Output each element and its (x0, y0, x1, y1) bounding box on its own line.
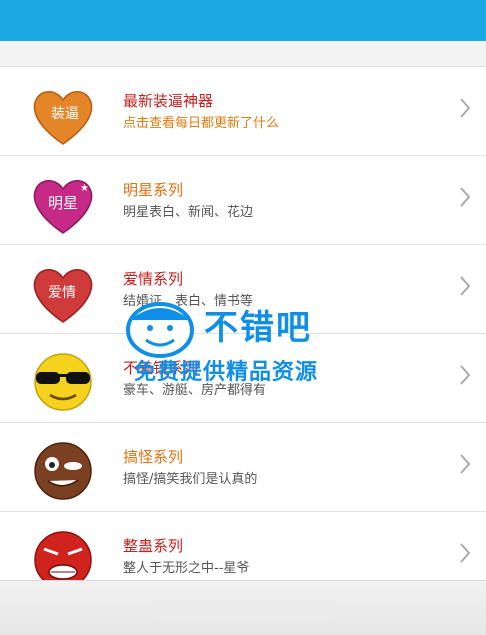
list-item-funny[interactable]: 热 搞怪系列 搞怪/搞笑我们是认真的 (0, 423, 486, 512)
item-desc: 豪车、游艇、房产都得有 (123, 383, 267, 398)
hot-tag: 热 (14, 256, 48, 275)
item-title: 爱情系列 (123, 270, 184, 288)
row-thumbnail: 装逼 新 (14, 78, 100, 146)
chevron-right-icon (460, 365, 471, 385)
item-desc: 整人于无形之中--星爷 (123, 561, 250, 576)
svg-text:爱情: 爱情 (48, 285, 76, 301)
chevron-right-icon (460, 98, 471, 118)
item-desc: 结婚证、表白、情书等 (123, 294, 254, 309)
svg-text:★: ★ (80, 183, 89, 194)
list-item-newest[interactable]: 装逼 新 最新装逼神器 点击查看每日都更新了什么 (0, 67, 486, 156)
list-item-rich[interactable]: 热 不差钱系列 豪车、游艇、房产都得有 (0, 334, 486, 423)
hot-tag: 热 (14, 434, 48, 453)
item-title: 整蛊系列 (123, 537, 184, 555)
item-title: 明星系列 (123, 181, 184, 199)
item-title: 最新装逼神器 (123, 92, 214, 110)
bottom-bar (0, 580, 486, 635)
item-title: 不差钱系列 (123, 359, 199, 377)
row-thumbnail: 明星 ★ 热 (14, 167, 100, 235)
item-desc: 点击查看每日都更新了什么 (123, 116, 280, 131)
item-desc: 明星表白、新闻、花边 (123, 205, 254, 220)
row-thumbnail: 爱情 热 (14, 256, 100, 324)
new-tag: 新 (14, 78, 48, 97)
top-status-bar (0, 0, 486, 41)
hot-tag: 热 (14, 167, 48, 186)
svg-text:明星: 明星 (48, 194, 78, 212)
sub-header-bar (0, 41, 486, 67)
list-item-love[interactable]: 爱情 热 爱情系列 结婚证、表白、情书等 (0, 245, 486, 334)
svg-text:装逼: 装逼 (51, 106, 79, 122)
list-item-stars[interactable]: 明星 ★ 热 明星系列 明星表白、新闻、花边 (0, 156, 486, 245)
chevron-right-icon (460, 276, 471, 296)
chevron-right-icon (460, 187, 471, 207)
item-title: 搞怪系列 (123, 448, 184, 466)
category-list: 装逼 新 最新装逼神器 点击查看每日都更新了什么 明星 ★ 热 明星系列 明星表… (0, 67, 486, 601)
chevron-right-icon (460, 454, 471, 474)
hot-tag: 热 (14, 345, 48, 364)
row-thumbnail: 热 (14, 345, 100, 413)
chevron-right-icon (460, 543, 471, 563)
row-thumbnail: 热 (14, 434, 100, 502)
hot-tag: 热 (14, 523, 48, 542)
bottom-input-area[interactable] (154, 601, 334, 619)
item-desc: 搞怪/搞笑我们是认真的 (123, 472, 258, 487)
